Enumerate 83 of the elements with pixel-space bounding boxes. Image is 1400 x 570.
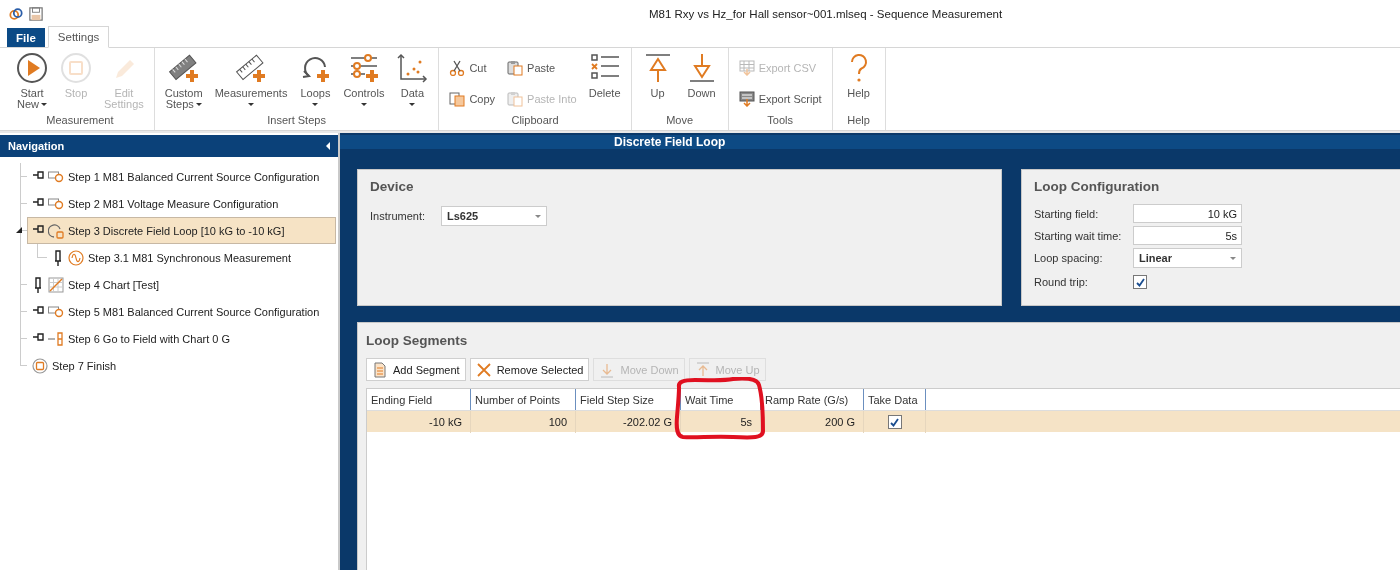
ribbon-button[interactable]: Copy bbox=[443, 90, 502, 107]
table-cell: 200 G bbox=[761, 411, 864, 433]
field-label: Starting wait time: bbox=[1034, 229, 1123, 242]
group-label: Move bbox=[665, 114, 695, 128]
column-header[interactable]: Ramp Rate (G/s) bbox=[761, 389, 864, 410]
ribbon-button[interactable]: Delete bbox=[582, 52, 627, 99]
column-header[interactable]: Field Step Size bbox=[576, 389, 681, 410]
table-row[interactable]: -10 kG 100 -202.02 G 5s 200 G bbox=[367, 411, 1400, 432]
ribbon-button[interactable]: Cut bbox=[443, 59, 502, 76]
wave-icon bbox=[68, 249, 84, 266]
ribbon-button[interactable]: Help bbox=[836, 52, 881, 99]
ribbon-button[interactable]: Measurements bbox=[208, 52, 294, 110]
menu-tab[interactable]: File bbox=[7, 28, 45, 47]
ribbon-button[interactable]: Up bbox=[635, 52, 680, 99]
close-icon bbox=[475, 361, 492, 378]
source-icon bbox=[48, 168, 64, 185]
panel-title: Discrete Field Loop bbox=[614, 135, 726, 149]
column-header[interactable]: Number of Points bbox=[471, 389, 576, 410]
window-title: M81 Rxy vs Hz_for Hall sensor~001.mlseq - Sequence Measurement bbox=[649, 7, 1003, 20]
group-label: Tools bbox=[766, 114, 794, 128]
ribbon-button[interactable]: Loops bbox=[293, 52, 338, 110]
app-logo-icon bbox=[9, 6, 23, 21]
group-label: Measurement bbox=[45, 114, 115, 128]
ribbon-button[interactable]: Data bbox=[390, 52, 435, 110]
finish-icon bbox=[32, 357, 48, 374]
column-header[interactable]: Ending Field bbox=[367, 389, 471, 410]
page-icon bbox=[372, 361, 388, 378]
arrow-icon bbox=[48, 330, 64, 347]
source-icon bbox=[48, 303, 64, 320]
table-cell: -202.02 G bbox=[576, 411, 681, 433]
section-title: Loop Configuration bbox=[1034, 179, 1160, 194]
section-title: Loop Segments bbox=[366, 333, 468, 348]
source-icon bbox=[48, 195, 64, 212]
cut-icon bbox=[449, 59, 466, 76]
save-icon[interactable] bbox=[29, 6, 43, 21]
ribbon-button[interactable]: Controls bbox=[337, 52, 391, 110]
scatter-plot-icon bbox=[396, 52, 429, 84]
copy-icon bbox=[449, 90, 466, 107]
ruler-plus-icon bbox=[235, 52, 268, 84]
group-label: Insert Steps bbox=[266, 114, 327, 128]
toolbar-button[interactable]: Add Segment bbox=[366, 358, 466, 381]
ribbon-button[interactable]: Custom Steps bbox=[158, 52, 209, 110]
table-cell: -10 kG bbox=[367, 411, 471, 433]
script-export-icon bbox=[738, 90, 755, 107]
pin-icon[interactable] bbox=[52, 249, 64, 266]
checkbox[interactable] bbox=[887, 415, 902, 429]
group-label: Help bbox=[846, 114, 871, 128]
field-label: Instrument: bbox=[370, 210, 427, 222]
tree-item[interactable]: Step 3 Discrete Field Loop [10 kG to -10 kG] bbox=[27, 217, 336, 244]
dropdown[interactable]: Ls625 bbox=[441, 206, 547, 226]
text-field[interactable]: 10 kG bbox=[1133, 204, 1242, 223]
text-field[interactable]: 5s bbox=[1133, 226, 1242, 245]
play-icon bbox=[16, 52, 48, 84]
stop-icon bbox=[60, 52, 92, 84]
group-label: Clipboard bbox=[510, 114, 560, 128]
toolbar-button[interactable]: Remove Selected bbox=[469, 358, 590, 381]
field-label: Starting field: bbox=[1034, 207, 1100, 220]
paste-icon bbox=[507, 90, 524, 107]
caret-icon bbox=[535, 214, 541, 218]
chart-icon bbox=[48, 276, 64, 293]
panel-title: Navigation bbox=[8, 140, 65, 152]
table-cell: 5s bbox=[681, 411, 761, 433]
menu-tab[interactable]: Settings bbox=[47, 26, 110, 48]
column-header[interactable]: Wait Time bbox=[681, 389, 761, 410]
table-cell: 100 bbox=[471, 411, 576, 433]
ribbon-button[interactable]: Start New bbox=[10, 52, 54, 110]
section-title: Device bbox=[370, 179, 414, 194]
pin-icon[interactable] bbox=[32, 276, 44, 293]
collapse-icon[interactable] bbox=[326, 142, 330, 150]
arrow-up-icon bbox=[694, 361, 711, 378]
table-export-icon bbox=[738, 59, 755, 76]
loop-icon bbox=[48, 222, 64, 239]
column-header[interactable]: Take Data bbox=[864, 389, 926, 410]
arrow-down-icon bbox=[599, 361, 616, 378]
ribbon-button[interactable]: Down bbox=[679, 52, 724, 99]
ribbon-button[interactable]: Paste bbox=[501, 59, 583, 76]
caret-icon bbox=[1230, 256, 1236, 260]
checkbox[interactable] bbox=[1133, 275, 1147, 289]
ribbon-button[interactable]: Export Script bbox=[732, 90, 828, 107]
field-label: Round trip: bbox=[1034, 276, 1089, 288]
field-label: Loop spacing: bbox=[1034, 252, 1104, 264]
dropdown[interactable]: Linear bbox=[1133, 248, 1242, 268]
paste-icon bbox=[507, 59, 524, 76]
